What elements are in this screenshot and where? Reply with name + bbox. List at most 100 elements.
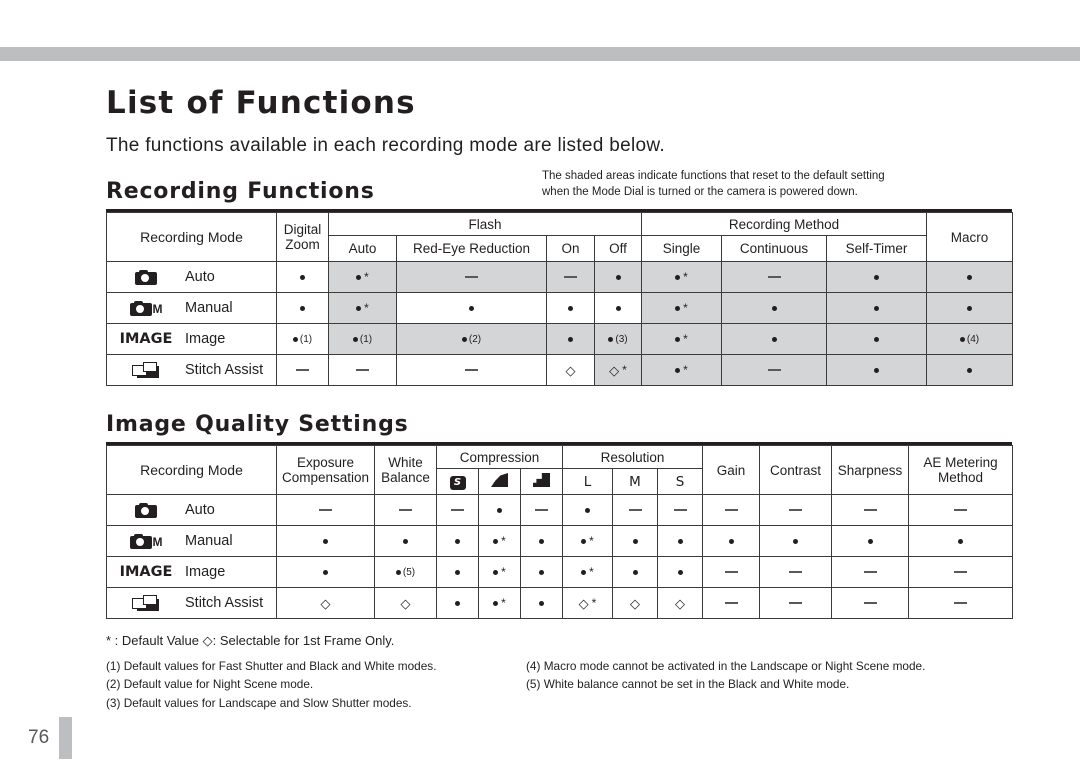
mark-unavailable <box>767 276 781 278</box>
table1-body: Auto * * M Manual * * IMAGE Image (1) (1) (2) (3) * (4… <box>106 261 1014 386</box>
camera-manual-icon: M <box>129 300 163 316</box>
mark-unavailable <box>767 369 781 371</box>
mark-available <box>967 274 973 280</box>
table-cell <box>908 556 1014 588</box>
table-cell: * <box>478 587 521 619</box>
white-balance-line2: Balance <box>381 470 430 485</box>
page-number-tab: 76 <box>28 717 73 759</box>
mark-default-star: * <box>683 363 688 377</box>
table-cell <box>759 556 833 588</box>
table-cell <box>759 587 833 619</box>
mark-first-frame-only: ◇ <box>609 362 620 378</box>
table-cell <box>520 587 563 619</box>
footnotes: * : Default Value ◇: Selectable for 1st … <box>106 633 1012 712</box>
mark-available <box>675 274 681 280</box>
table-cell <box>520 525 563 557</box>
table-cell: ◇ * <box>593 354 643 386</box>
mark-unavailable <box>863 509 877 511</box>
mark-available <box>632 538 638 544</box>
image-mode-icon: IMAGE <box>119 331 173 347</box>
table2-col-compression-fine <box>478 468 521 495</box>
mark-unavailable <box>724 602 738 604</box>
table2-group-compression: Compression <box>436 445 563 469</box>
table-cell <box>702 587 761 619</box>
table-cell <box>826 354 928 386</box>
table-row: M Manual * * <box>106 292 1014 324</box>
section-heading-image-quality: Image Quality Settings <box>106 412 409 437</box>
table-cell: ◇ <box>656 587 704 619</box>
table1-row-header: Recording Mode <box>106 212 277 262</box>
fine-icon <box>491 473 508 487</box>
mark-available <box>632 569 638 575</box>
page-content: List of Functions The functions availabl… <box>106 61 1014 712</box>
table1-col-digital-zoom: Digital Zoom <box>276 212 329 262</box>
footnote-item: (2) Default value for Night Scene mode. <box>106 677 314 692</box>
mark-unavailable <box>724 509 738 511</box>
mark-unavailable <box>954 509 968 511</box>
mark-default-star: * <box>683 332 688 346</box>
table-cell <box>721 261 828 293</box>
table-cell <box>612 525 658 557</box>
mark-available <box>323 569 328 575</box>
page-subtitle: The functions available in each recordin… <box>106 135 665 156</box>
mark-available <box>403 538 408 544</box>
table-cell <box>593 292 643 324</box>
table-cell: (3) <box>593 323 643 355</box>
stitch-assist-icon <box>132 362 160 378</box>
mark-available <box>677 538 683 544</box>
mark-default-star: * <box>589 534 594 548</box>
table2-col-resolution-s: S <box>656 468 704 495</box>
table-cell <box>396 354 547 386</box>
table-cell: * <box>562 525 613 557</box>
mark-available <box>455 600 460 606</box>
mark-available <box>675 367 681 373</box>
mark-available <box>300 274 305 280</box>
table-cell <box>276 261 329 293</box>
mark-available <box>395 569 401 575</box>
table-cell <box>926 292 1014 324</box>
table2-col-resolution-l: L <box>562 468 613 495</box>
mark-available <box>967 367 973 373</box>
footnote-item: (3) Default values for Landscape and Slo… <box>106 695 412 710</box>
mark-available <box>323 538 328 544</box>
mark-unavailable <box>628 509 642 511</box>
table-cell <box>328 354 397 386</box>
mark-unavailable <box>399 509 412 511</box>
mark-available <box>539 600 544 606</box>
mark-available <box>455 538 460 544</box>
table-cell: * <box>328 261 397 293</box>
table-cell <box>374 494 437 526</box>
mode-label: Stitch Assist <box>185 595 264 611</box>
table1-col-flash-red-eye: Red-Eye Reduction <box>396 235 547 262</box>
image-mode-icon: IMAGE <box>119 564 173 580</box>
normal-icon <box>533 473 550 487</box>
table-cell <box>436 525 479 557</box>
recording-functions-table: Recording Mode Digital Zoom Flash Record… <box>106 212 1014 386</box>
mark-available <box>568 305 573 311</box>
footnote-legend: * : Default Value ◇: Selectable for 1st … <box>106 633 395 648</box>
table-cell <box>520 494 563 526</box>
table2-col-gain: Gain <box>702 445 761 495</box>
table1-col-continuous: Continuous <box>721 235 828 262</box>
table1-group-header-row: Recording Mode Digital Zoom Flash Record… <box>106 212 1014 262</box>
mark-unavailable <box>863 571 877 573</box>
mark-unavailable <box>789 509 803 511</box>
mark-unavailable <box>465 276 478 278</box>
mark-unavailable <box>673 509 687 511</box>
table-cell: * <box>641 292 723 324</box>
page-number: 76 <box>28 727 50 748</box>
manual-page: 76 List of Functions The functions avail… <box>0 61 1080 765</box>
camera-auto-icon <box>135 502 157 518</box>
table-cell <box>436 494 479 526</box>
table-cell <box>546 323 595 355</box>
table2-group-header-row: Recording Mode Exposure Compensation Whi… <box>106 445 1014 495</box>
table2-col-compression-superfine: S <box>436 468 479 495</box>
mode-cell: Auto <box>106 494 277 526</box>
mode-label: Stitch Assist <box>185 362 264 378</box>
table-cell <box>436 556 479 588</box>
table-row: IMAGE Image (1) (1) (2) (3) * (4) <box>106 323 1014 355</box>
mark-available <box>874 274 880 280</box>
table-cell <box>546 261 595 293</box>
table-cell <box>562 494 613 526</box>
mark-available <box>959 336 965 342</box>
